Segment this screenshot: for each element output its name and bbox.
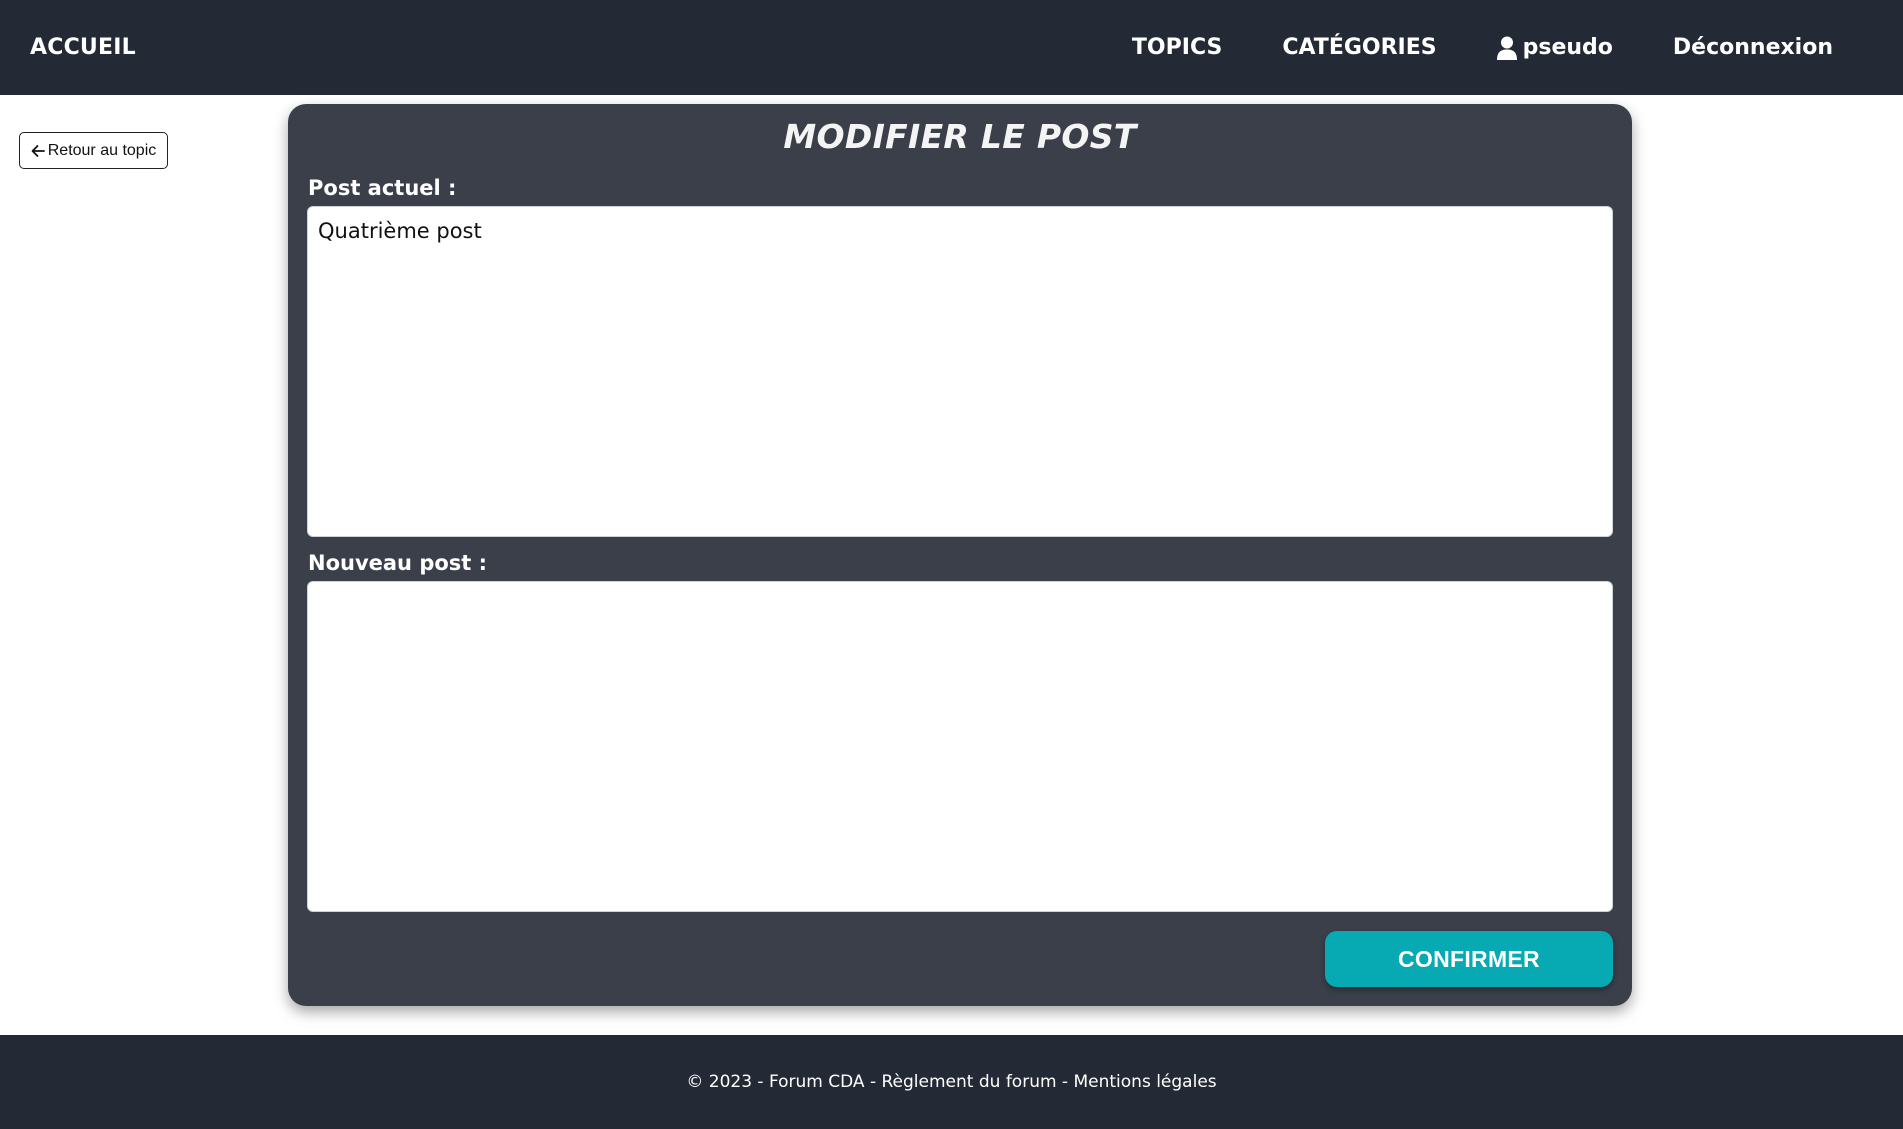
footer-separator: - [1056,1072,1074,1092]
footer-rules-link[interactable]: Règlement du forum [882,1072,1057,1092]
nav-categories-link[interactable]: CATÉGORIES [1282,35,1436,60]
nav-username: pseudo [1522,35,1613,60]
top-navbar: ACCUEIL TOPICS CATÉGORIES pseudo Déconne… [0,0,1903,95]
arrow-left-icon [31,144,45,158]
nav-profile-link[interactable]: pseudo [1496,35,1613,60]
new-post-label: Nouveau post : [308,551,488,575]
nav-home-link[interactable]: ACCUEIL [30,0,136,95]
footer: © 2023 - Forum CDA - Règlement du forum … [0,1035,1903,1129]
nav-menu: TOPICS CATÉGORIES pseudo Déconnexion [1132,0,1833,95]
user-icon [1496,36,1517,60]
nav-topics-link[interactable]: TOPICS [1132,35,1222,60]
nav-logout-link[interactable]: Déconnexion [1673,35,1833,60]
footer-copyright: © 2023 - Forum CDA - [686,1072,882,1092]
current-post-label: Post actuel : [308,176,457,200]
footer-legal-link[interactable]: Mentions légales [1073,1072,1216,1092]
edit-post-card: MODIFIER LE POST Post actuel : Quatrième… [288,104,1632,1006]
page-title: MODIFIER LE POST [783,117,1137,156]
back-to-topic-button[interactable]: Retour au topic [19,132,168,169]
current-post-textarea[interactable]: Quatrième post [307,206,1613,537]
back-button-label: Retour au topic [47,141,157,159]
confirm-button[interactable]: CONFIRMER [1325,931,1613,987]
new-post-textarea[interactable] [307,581,1613,912]
